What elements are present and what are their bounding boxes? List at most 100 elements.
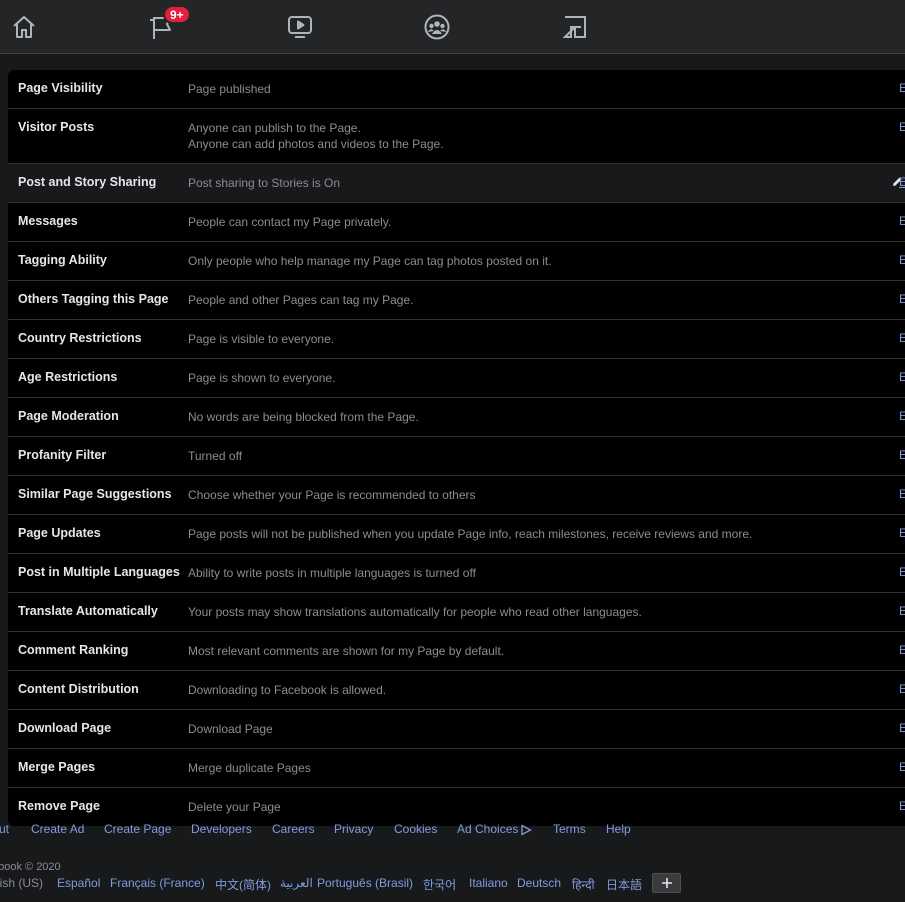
language-link[interactable]: Italiano [469, 876, 508, 890]
language-link[interactable]: 日本語 [606, 876, 642, 893]
settings-row[interactable]: Similar Page Suggestions Choose whether y… [8, 476, 905, 515]
footer-link-terms[interactable]: Terms [553, 822, 586, 836]
setting-description: Page is shown to everyone. [188, 370, 905, 386]
edit-link[interactable]: Edit [899, 253, 905, 268]
setting-label: Page Updates [18, 526, 101, 540]
edit-link[interactable]: Edit [899, 120, 905, 135]
settings-row[interactable]: Translate Automatically Your posts may sh… [8, 593, 905, 632]
setting-description-line: People and other Pages can tag my Page. [188, 293, 414, 307]
settings-row[interactable]: Page Visibility Page published Edit [8, 70, 905, 109]
setting-description: Merge duplicate Pages [188, 760, 905, 776]
settings-row[interactable]: Merge Pages Merge duplicate Pages Edit [8, 749, 905, 788]
language-link[interactable]: Français (France) [110, 876, 205, 890]
pages-tab[interactable]: 9+ [132, 0, 192, 54]
copyright: ebook © 2020 [0, 861, 61, 873]
edit-link[interactable]: Edit [899, 448, 905, 463]
setting-description: Downloading to Facebook is allowed. [188, 682, 905, 698]
edit-link[interactable]: Edit [899, 721, 905, 736]
footer-link-ad-choices[interactable]: Ad Choices [457, 822, 533, 836]
edit-link[interactable]: Edit [899, 409, 905, 424]
language-link[interactable]: हिन्दी [572, 876, 595, 893]
setting-label: Post and Story Sharing [18, 175, 157, 189]
footer-link-help[interactable]: Help [606, 822, 631, 836]
edit-link[interactable]: Edit [899, 643, 905, 658]
footer-link-about[interactable]: ut [0, 822, 9, 836]
edit-link[interactable]: Edit [899, 292, 905, 307]
footer-link-developers[interactable]: Developers [191, 822, 252, 836]
edit-link[interactable]: Edit [899, 81, 905, 96]
edit-link[interactable]: Edit [899, 760, 905, 775]
setting-description-line: People can contact my Page privately. [188, 215, 392, 229]
edit-link[interactable]: Edit [899, 331, 905, 346]
setting-description: People and other Pages can tag my Page. [188, 292, 905, 308]
setting-description: Page published [188, 81, 905, 97]
settings-row[interactable]: Remove Page Delete your Page Edit [8, 788, 905, 826]
setting-label: Comment Ranking [18, 643, 129, 657]
settings-row[interactable]: Content Distribution Downloading to Faceb… [8, 671, 905, 710]
setting-description-line: Delete your Page [188, 800, 281, 814]
settings-row[interactable]: Age Restrictions Page is shown to everyon… [8, 359, 905, 398]
top-navigation: 9+ [0, 0, 905, 54]
settings-row[interactable]: Messages People can contact my Page priva… [8, 203, 905, 242]
setting-label: Post in Multiple Languages [18, 565, 180, 579]
settings-row[interactable]: Tagging Ability Only people who help mana… [8, 242, 905, 281]
setting-description: Most relevant comments are shown for my … [188, 643, 905, 659]
edit-link[interactable]: Edit [899, 604, 905, 619]
setting-label: Download Page [18, 721, 112, 735]
groups-tab[interactable] [407, 0, 467, 54]
settings-row[interactable]: Post and Story Sharing Post sharing to St… [8, 164, 905, 203]
settings-row[interactable]: Country Restrictions Page is visible to e… [8, 320, 905, 359]
settings-row[interactable]: Page Moderation No words are being blocke… [8, 398, 905, 437]
settings-row[interactable]: Visitor Posts Anyone can publish to the P… [8, 109, 905, 164]
footer-link-create-ad[interactable]: Create Ad [31, 822, 84, 836]
plus-icon [661, 878, 672, 888]
setting-description-line: Downloading to Facebook is allowed. [188, 683, 387, 697]
edit-link[interactable]: Edit [899, 214, 905, 229]
settings-row[interactable]: Profanity Filter Turned off Edit [8, 437, 905, 476]
setting-description: People can contact my Page privately. [188, 214, 905, 230]
edit-link[interactable]: Edit [899, 682, 905, 697]
gaming-tab[interactable] [545, 0, 605, 54]
current-language: lish (US) [0, 876, 44, 890]
edit-link[interactable]: Edit [899, 565, 905, 580]
edit-link[interactable]: Edit [899, 370, 905, 385]
setting-description: Ability to write posts in multiple langu… [188, 565, 905, 581]
home-icon [13, 16, 35, 38]
watch-tab[interactable] [270, 0, 330, 54]
setting-description-line: Download Page [188, 722, 273, 736]
settings-row[interactable]: Post in Multiple Languages Ability to wri… [8, 554, 905, 593]
setting-description-line: Page is visible to everyone. [188, 332, 335, 346]
settings-row[interactable]: Download Page Download Page Edit [8, 710, 905, 749]
language-link[interactable]: العربية [280, 876, 313, 890]
language-link[interactable]: 中文(简体) [215, 876, 271, 893]
gaming-icon [562, 16, 586, 38]
language-link[interactable]: Português (Brasil) [317, 876, 413, 890]
edit-link[interactable]: Edit [899, 175, 905, 190]
setting-label: Translate Automatically [18, 604, 158, 618]
footer-link-create-page[interactable]: Create Page [104, 822, 171, 836]
settings-row[interactable]: Page Updates Page posts will not be publi… [8, 515, 905, 554]
ad-choices-icon [521, 824, 533, 836]
setting-description: Page is visible to everyone. [188, 331, 905, 347]
settings-row[interactable]: Others Tagging this Page People and other… [8, 281, 905, 320]
footer-link-careers[interactable]: Careers [272, 822, 315, 836]
footer-link-privacy[interactable]: Privacy [334, 822, 373, 836]
edit-link[interactable]: Edit [899, 799, 905, 814]
add-language-button[interactable] [652, 873, 681, 893]
setting-description-line: Most relevant comments are shown for my … [188, 644, 505, 658]
setting-label: Content Distribution [18, 682, 139, 696]
footer-link-cookies[interactable]: Cookies [394, 822, 437, 836]
settings-row[interactable]: Comment Ranking Most relevant comments ar… [8, 632, 905, 671]
setting-description: Post sharing to Stories is On [188, 175, 905, 191]
edit-link[interactable]: Edit [899, 526, 905, 541]
setting-description-line: Page published [188, 82, 271, 96]
language-link[interactable]: Deutsch [517, 876, 561, 890]
language-link[interactable]: 한국어 [423, 876, 456, 893]
page-settings-panel: Page VisibilityPage publishedEditVisitor… [8, 70, 905, 826]
setting-label: Profanity Filter [18, 448, 107, 462]
home-tab[interactable] [0, 0, 54, 54]
edit-link[interactable]: Edit [899, 487, 905, 502]
setting-description-line: Anyone can publish to the Page. [188, 121, 361, 135]
setting-description: Choose whether your Page is recommended … [188, 487, 905, 503]
language-link[interactable]: Español [57, 876, 100, 890]
